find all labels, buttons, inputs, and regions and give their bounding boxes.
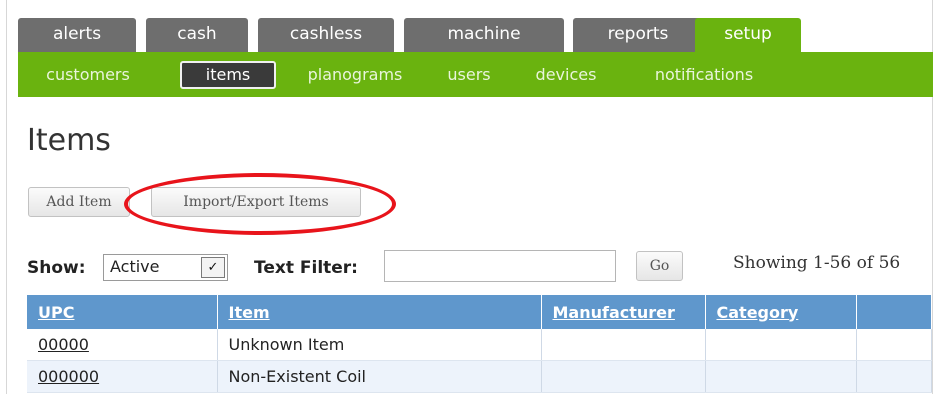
sub-nav: customers items planograms users devices…	[18, 52, 933, 97]
upc-cell[interactable]: 00000	[27, 329, 218, 361]
item-cell: Non-Existent Coil	[217, 360, 542, 393]
tab-alerts[interactable]: alerts	[18, 18, 136, 52]
go-button[interactable]: Go	[636, 251, 683, 281]
upc-cell[interactable]: 000000	[27, 360, 218, 393]
manufacturer-cell	[541, 360, 706, 393]
extra-cell	[856, 329, 932, 361]
upc-link[interactable]: 000000	[38, 367, 99, 386]
table-row: 00000 Unknown Item	[27, 329, 932, 361]
table-row: 000000 Non-Existent Coil	[27, 360, 932, 393]
show-select-value: Active	[110, 257, 160, 276]
column-header-category[interactable]: Category	[705, 295, 857, 329]
table-header-row: UPC Item Manufacturer Category	[27, 295, 932, 329]
tab-setup[interactable]: setup	[695, 18, 801, 52]
manufacturer-cell	[541, 329, 706, 361]
subnav-customers[interactable]: customers	[22, 62, 154, 90]
chevron-down-icon[interactable]: ✓	[201, 257, 225, 278]
add-item-button[interactable]: Add Item	[28, 187, 130, 217]
column-header-item[interactable]: Item	[217, 295, 542, 329]
tab-cashless[interactable]: cashless	[258, 18, 394, 52]
subnav-planograms[interactable]: planograms	[290, 62, 420, 90]
tab-reports[interactable]: reports	[573, 18, 703, 52]
column-header-manufacturer[interactable]: Manufacturer	[541, 295, 706, 329]
tab-cash[interactable]: cash	[146, 18, 248, 52]
category-cell	[705, 329, 857, 361]
upc-link[interactable]: 00000	[38, 335, 89, 354]
subnav-items[interactable]: items	[180, 61, 276, 89]
subnav-devices[interactable]: devices	[518, 62, 614, 90]
items-table: UPC Item Manufacturer Category 00000 Unk…	[27, 295, 932, 393]
text-filter-label: Text Filter:	[254, 258, 358, 278]
column-header-extra	[856, 295, 932, 329]
item-cell: Unknown Item	[217, 329, 542, 361]
page-title: Items	[27, 123, 111, 158]
subnav-notifications[interactable]: notifications	[629, 62, 779, 90]
column-header-upc[interactable]: UPC	[27, 295, 218, 329]
extra-cell	[856, 360, 932, 393]
text-filter-input[interactable]	[384, 250, 616, 282]
show-label: Show:	[27, 258, 86, 278]
category-cell	[705, 360, 857, 393]
show-select[interactable]: Active ✓	[103, 254, 228, 281]
subnav-users[interactable]: users	[435, 62, 503, 90]
tab-machine[interactable]: machine	[404, 18, 564, 52]
showing-count: Showing 1-56 of 56	[733, 253, 901, 273]
import-export-items-button[interactable]: Import/Export Items	[151, 187, 361, 217]
